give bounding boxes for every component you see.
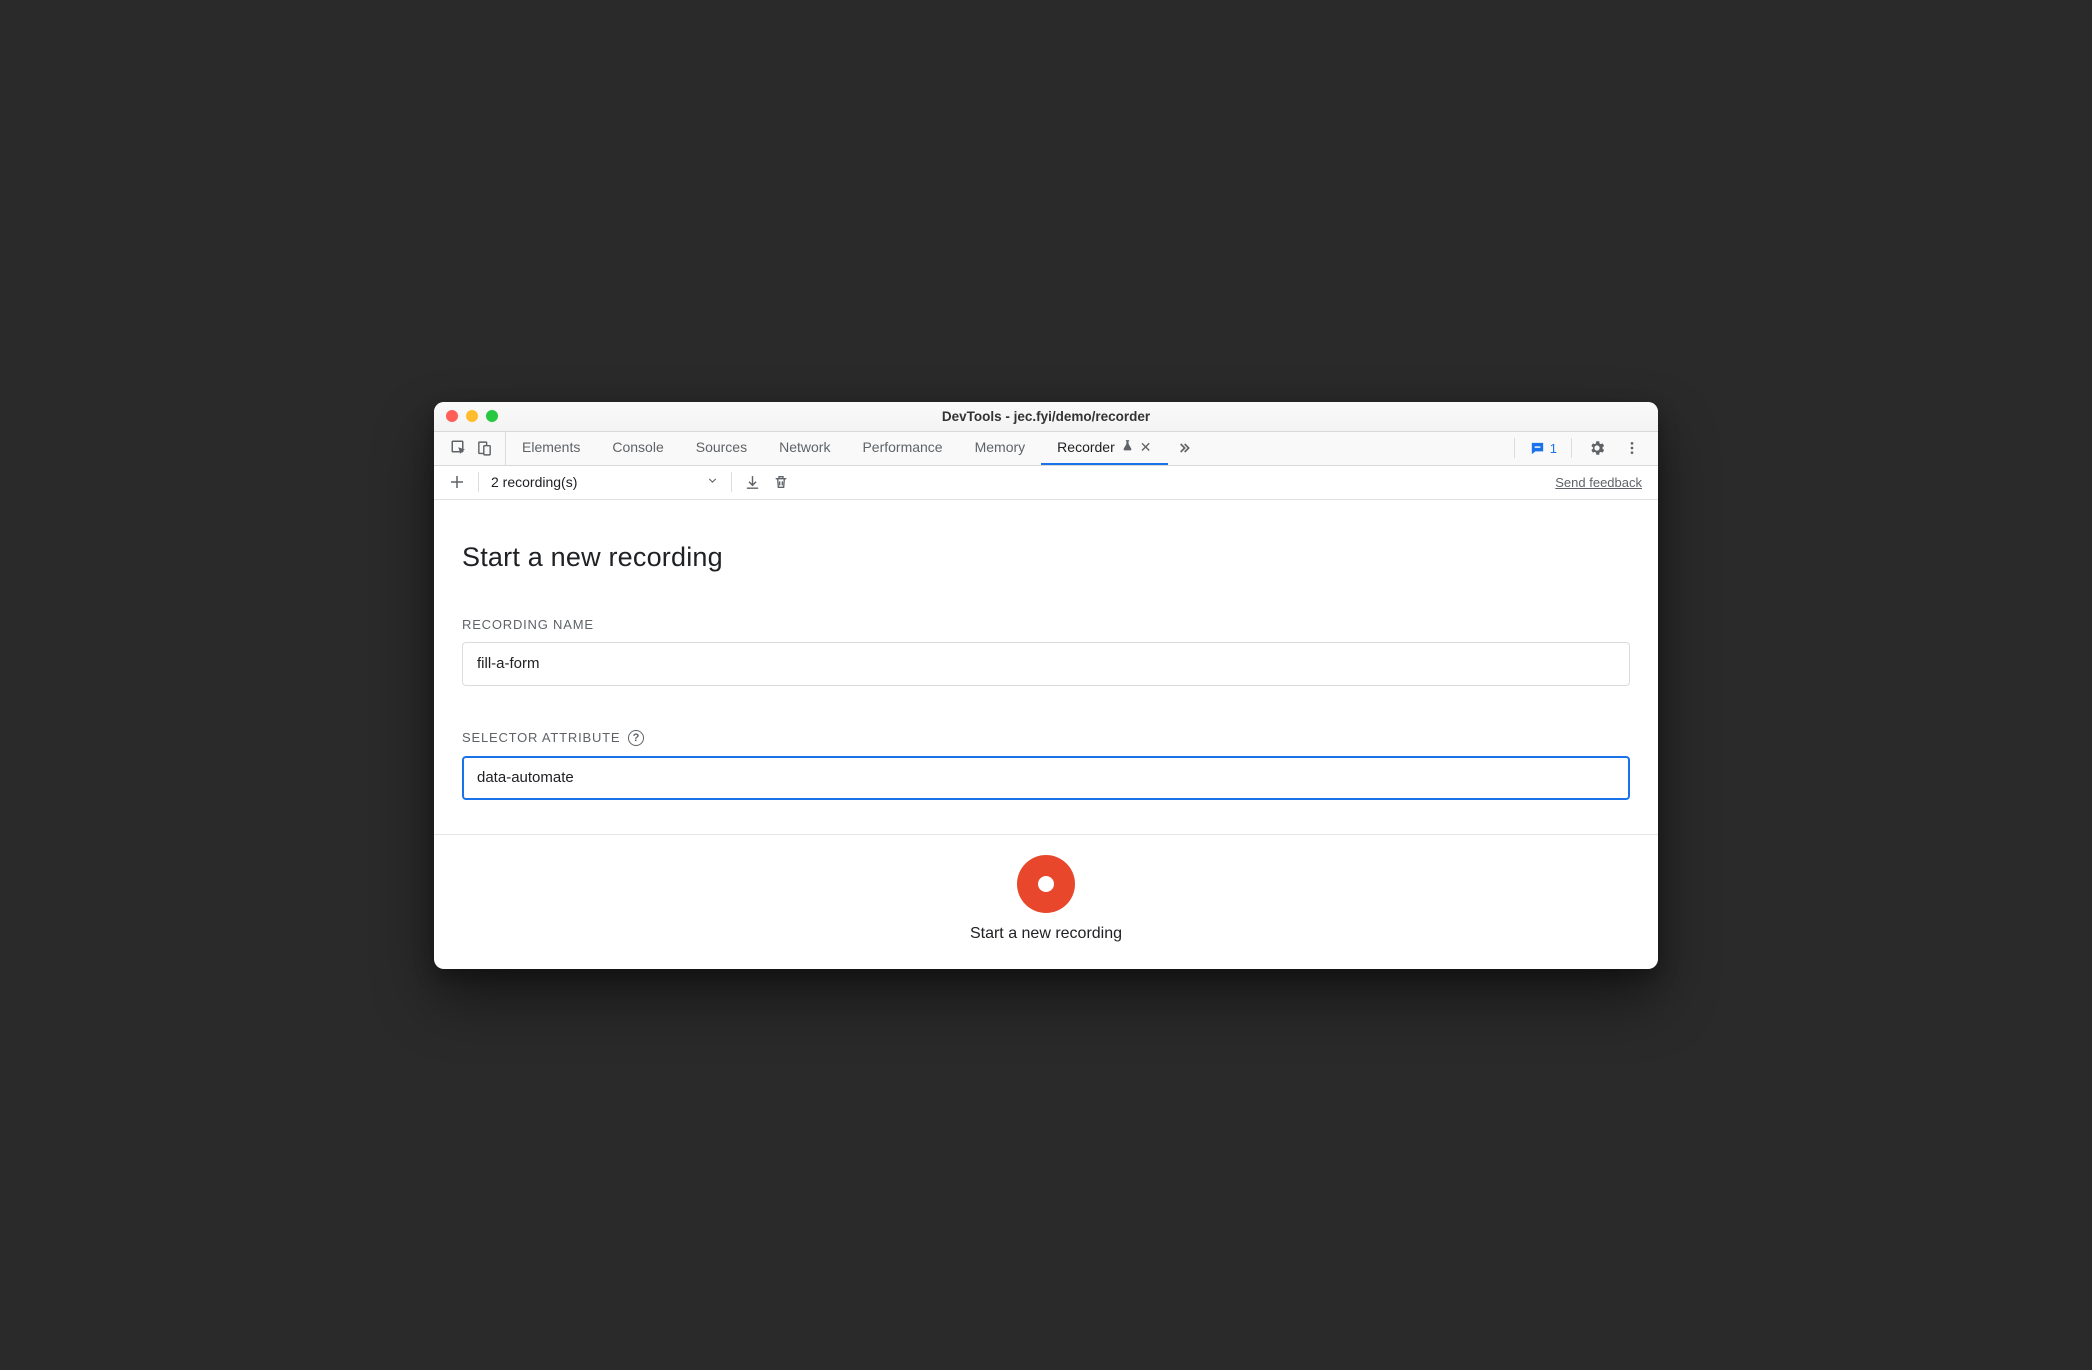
divider bbox=[731, 472, 732, 492]
tabs-overflow-icon[interactable] bbox=[1168, 432, 1200, 465]
inspect-tools bbox=[438, 432, 506, 465]
selector-attribute-input[interactable] bbox=[462, 756, 1630, 800]
send-feedback-link[interactable]: Send feedback bbox=[1555, 475, 1650, 490]
recording-name-field: RECORDING NAME bbox=[462, 617, 1630, 686]
tabs-right-controls: 1 bbox=[1502, 432, 1654, 465]
divider bbox=[1514, 438, 1515, 458]
tab-performance[interactable]: Performance bbox=[846, 432, 958, 465]
recorder-content: Start a new recording RECORDING NAME SEL… bbox=[434, 500, 1658, 834]
recorder-toolbar: 2 recording(s) Send feedback bbox=[434, 466, 1658, 500]
tabs-list: Elements Console Sources Network Perform… bbox=[506, 432, 1168, 465]
maximize-window-button[interactable] bbox=[486, 410, 498, 422]
device-toolbar-icon[interactable] bbox=[476, 440, 493, 457]
tab-console[interactable]: Console bbox=[596, 432, 679, 465]
tab-elements[interactable]: Elements bbox=[506, 432, 596, 465]
tab-network[interactable]: Network bbox=[763, 432, 846, 465]
close-window-button[interactable] bbox=[446, 410, 458, 422]
traffic-lights bbox=[434, 410, 498, 422]
close-tab-icon[interactable]: ✕ bbox=[1140, 440, 1152, 454]
recording-name-input[interactable] bbox=[462, 642, 1630, 686]
delete-button[interactable] bbox=[767, 474, 795, 490]
settings-icon[interactable] bbox=[1582, 439, 1612, 457]
titlebar: DevTools - jec.fyi/demo/recorder bbox=[434, 402, 1658, 432]
more-menu-icon[interactable] bbox=[1618, 440, 1646, 456]
record-icon bbox=[1038, 876, 1054, 892]
help-icon[interactable]: ? bbox=[628, 730, 644, 746]
start-recording-label: Start a new recording bbox=[970, 925, 1122, 943]
start-recording-button[interactable] bbox=[1017, 855, 1075, 913]
minimize-window-button[interactable] bbox=[466, 410, 478, 422]
divider bbox=[1571, 438, 1572, 458]
divider bbox=[478, 472, 479, 492]
bottom-action-bar: Start a new recording bbox=[434, 834, 1658, 969]
export-button[interactable] bbox=[738, 474, 767, 491]
recordings-dropdown[interactable]: 2 recording(s) bbox=[485, 474, 725, 490]
issues-badge[interactable]: 1 bbox=[1525, 440, 1561, 457]
selector-attribute-field: SELECTOR ATTRIBUTE ? bbox=[462, 730, 1630, 800]
new-recording-button[interactable] bbox=[442, 473, 472, 491]
inspect-element-icon[interactable] bbox=[450, 439, 468, 457]
chevron-down-icon bbox=[706, 474, 719, 490]
devtools-window: DevTools - jec.fyi/demo/recorder Element… bbox=[434, 402, 1658, 969]
issues-count: 1 bbox=[1550, 441, 1557, 456]
tab-recorder[interactable]: Recorder ✕ bbox=[1041, 432, 1167, 465]
recording-name-label: RECORDING NAME bbox=[462, 617, 1630, 632]
page-title: Start a new recording bbox=[462, 542, 1630, 573]
recordings-label: 2 recording(s) bbox=[491, 474, 577, 490]
tab-sources[interactable]: Sources bbox=[680, 432, 763, 465]
selector-attribute-label: SELECTOR ATTRIBUTE ? bbox=[462, 730, 1630, 746]
tabs-bar: Elements Console Sources Network Perform… bbox=[434, 432, 1658, 466]
tab-memory[interactable]: Memory bbox=[959, 432, 1042, 465]
window-title: DevTools - jec.fyi/demo/recorder bbox=[434, 409, 1658, 424]
flask-icon bbox=[1121, 439, 1134, 455]
